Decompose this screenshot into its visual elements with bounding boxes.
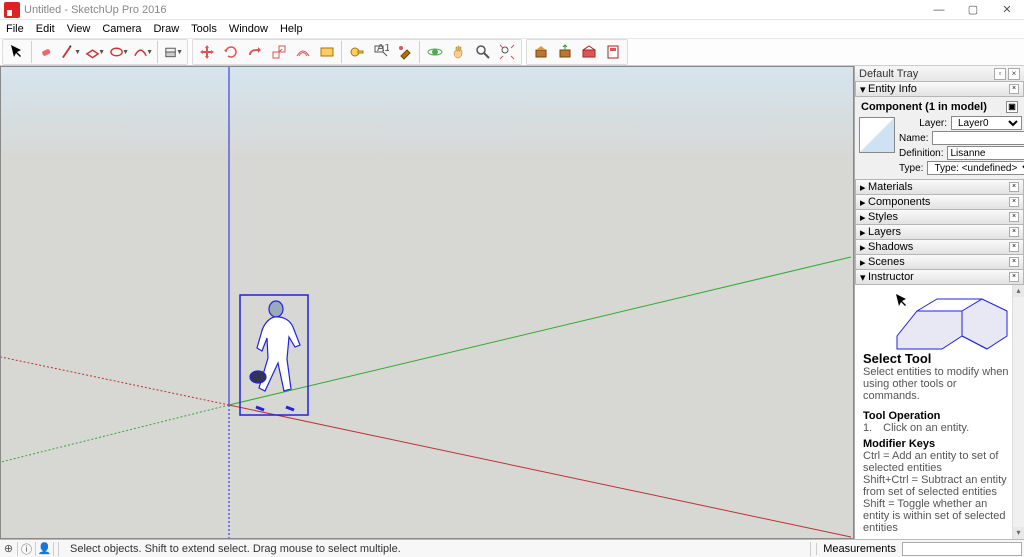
modkeys-3: Shift = Toggle whether an entity is with… [863,498,1016,534]
orbit-tool-button[interactable] [424,41,446,63]
type-label: Type: [899,163,927,174]
menu-bar: File Edit View Camera Draw Tools Window … [0,20,1024,38]
entityinfo-heading: Component (1 in model) [861,101,987,113]
viewport[interactable] [0,66,854,539]
modkeys-2: Shift+Ctrl = Subtract an entity from set… [863,474,1016,498]
sharemodel-button[interactable] [554,41,576,63]
circle-tool-button[interactable]: ▼ [108,41,130,63]
layer-label: Layer: [899,118,951,129]
menu-camera[interactable]: Camera [102,23,141,35]
entityinfo-panel: Component (1 in model) ▣ Layer: Layer0 N… [855,97,1024,180]
scenes-header[interactable]: ▸Scenes× [855,254,1024,270]
definition-input[interactable] [947,146,1024,160]
paint-tool-button[interactable] [394,41,416,63]
tray-pin-button[interactable]: ▫ [994,68,1006,80]
measurements-label: Measurements [816,543,902,555]
zoomext-tool-button[interactable] [496,41,518,63]
modify-toolbar: A1 [192,39,522,65]
tooloperation-head: Tool Operation [863,410,1016,422]
move-tool-button[interactable] [196,41,218,63]
window-title: Untitled - SketchUp Pro 2016 [24,4,166,16]
menu-view[interactable]: View [67,23,91,35]
rectangle-tool-button[interactable]: ▼ [84,41,106,63]
entityinfo-expand-button[interactable]: ▣ [1006,101,1018,113]
pan-tool-button[interactable] [448,41,470,63]
warehouse-toolbar [526,39,628,65]
modkeys-1: Ctrl = Add an entity to set of selected … [863,450,1016,474]
line-tool-button[interactable]: ▼ [60,41,82,63]
instructor-desc: Select entities to modify when using oth… [863,366,1016,402]
entityinfo-head-label: Entity Info [868,83,917,95]
status-bar: ⊕ ⓘ 👤 Select objects. Shift to extend se… [0,539,1024,557]
credits-button[interactable]: ⓘ [18,542,36,556]
definition-label: Definition: [899,148,947,159]
scale-tool-button[interactable] [268,41,290,63]
layout-button[interactable] [602,41,624,63]
name-input[interactable] [932,131,1024,145]
eraser-tool-button[interactable] [36,41,58,63]
instructor-header[interactable]: ▾Instructor× [855,269,1024,285]
cursor-icon [895,293,907,309]
main-area: Default Tray ▫ × ▾ Entity Info × Compone… [0,66,1024,539]
text-tool-button[interactable]: A1 [370,41,392,63]
collapse-icon: ▾ [860,83,868,96]
materials-header[interactable]: ▸Materials× [855,179,1024,195]
menu-file[interactable]: File [6,23,24,35]
select-tool-button[interactable] [6,41,28,63]
signin-button[interactable]: 👤 [36,542,54,556]
styles-header[interactable]: ▸Styles× [855,209,1024,225]
instructor-illustration [892,291,1012,361]
layers-header[interactable]: ▸Layers× [855,224,1024,240]
status-hint: Select objects. Shift to extend select. … [64,543,806,555]
rotate-tool-button[interactable] [220,41,242,63]
principal-toolbar: ▼ ▼ ▼ ▼ ▼ [2,39,188,65]
makecomp-tool-button[interactable] [316,41,338,63]
pushpull-tool-button[interactable]: ▼ [162,41,184,63]
layer-select[interactable]: Layer0 [951,116,1022,130]
app-icon [4,2,20,18]
getmodels-button[interactable] [530,41,552,63]
menu-window[interactable]: Window [229,23,268,35]
default-tray: Default Tray ▫ × ▾ Entity Info × Compone… [854,66,1024,539]
toolbar-row: ▼ ▼ ▼ ▼ ▼ A1 [0,38,1024,66]
scroll-down-icon[interactable]: ▾ [1013,527,1024,539]
type-select[interactable]: Type: <undefined> [927,161,1024,175]
entityinfo-header[interactable]: ▾ Entity Info × [855,81,1024,97]
measurements-input[interactable] [902,542,1022,556]
instructor-scrollbar[interactable]: ▴ ▾ [1012,285,1024,539]
components-header[interactable]: ▸Components× [855,194,1024,210]
menu-tools[interactable]: Tools [191,23,217,35]
geolocate-button[interactable]: ⊕ [0,542,18,556]
instructor-panel: Select Tool Select entities to modify wh… [855,285,1024,539]
maximize-button[interactable]: ▢ [956,0,990,20]
menu-edit[interactable]: Edit [36,23,55,35]
extwarehouse-button[interactable] [578,41,600,63]
offset-tool-button[interactable] [292,41,314,63]
minimize-button[interactable]: — [922,0,956,20]
modkeys-head: Modifier Keys [863,438,1016,450]
arc-tool-button[interactable]: ▼ [132,41,154,63]
entityinfo-thumbnail [859,117,895,153]
close-button[interactable]: ✕ [990,0,1024,20]
tray-close-button[interactable]: × [1008,68,1020,80]
menu-draw[interactable]: Draw [153,23,179,35]
title-bar: Untitled - SketchUp Pro 2016 — ▢ ✕ [0,0,1024,20]
tooloperation-1: 1. Click on an entity. [863,422,1016,434]
shadows-header[interactable]: ▸Shadows× [855,239,1024,255]
scroll-up-icon[interactable]: ▴ [1013,285,1024,297]
entityinfo-close-button[interactable]: × [1009,84,1019,94]
followme-tool-button[interactable] [244,41,266,63]
zoom-tool-button[interactable] [472,41,494,63]
menu-help[interactable]: Help [280,23,303,35]
tape-tool-button[interactable] [346,41,368,63]
tray-title-label: Default Tray [859,68,918,80]
name-label: Name: [899,133,932,144]
tray-titlebar[interactable]: Default Tray ▫ × [855,66,1024,82]
